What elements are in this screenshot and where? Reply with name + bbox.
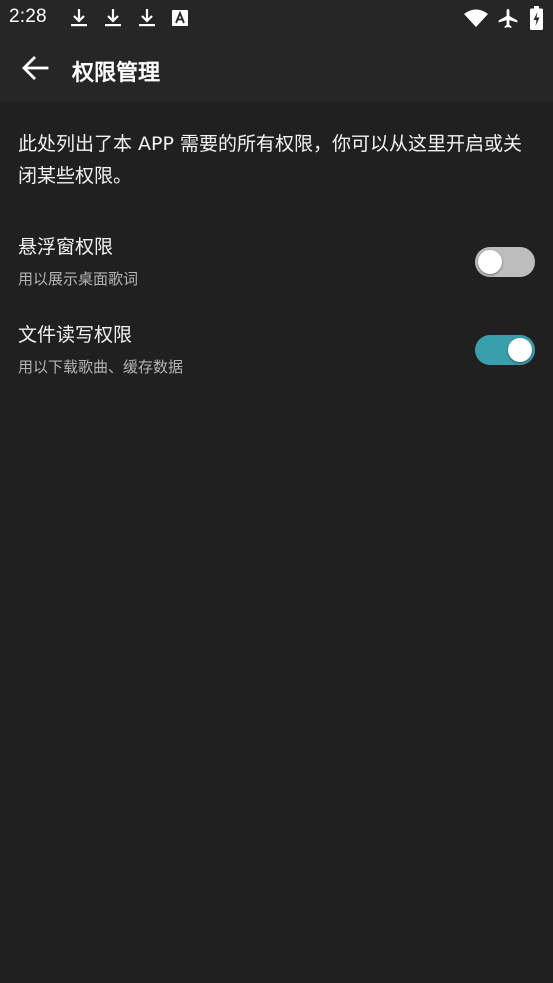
battery-charging-icon bbox=[530, 6, 543, 30]
download-icon bbox=[70, 8, 88, 28]
airplane-icon bbox=[497, 8, 519, 30]
toggle-thumb bbox=[478, 250, 502, 274]
wifi-icon bbox=[464, 9, 488, 27]
permissions-description: 此处列出了本 APP 需要的所有权限，你可以从这里开启或关闭某些权限。 bbox=[18, 133, 522, 187]
permission-subtitle: 用以下载歌曲、缓存数据 bbox=[18, 358, 184, 376]
font-a-icon bbox=[172, 10, 188, 26]
file-storage-toggle[interactable] bbox=[475, 335, 535, 365]
download-icon bbox=[104, 8, 122, 28]
permission-row-floating-window[interactable]: 悬浮窗权限 用以展示桌面歌词 bbox=[0, 232, 553, 312]
status-bar: 2:28 bbox=[0, 0, 553, 38]
status-time: 2:28 bbox=[9, 6, 47, 27]
download-icon bbox=[138, 8, 156, 28]
app-bar: 权限管理 bbox=[0, 38, 553, 102]
permission-subtitle: 用以展示桌面歌词 bbox=[18, 270, 139, 288]
floating-window-toggle[interactable] bbox=[475, 247, 535, 277]
screen: 2:28 权限管理 此处列出了本 APP 需要的所有权限，你可以从这里开启或关闭… bbox=[0, 0, 553, 983]
permission-row-file-storage[interactable]: 文件读写权限 用以下载歌曲、缓存数据 bbox=[0, 320, 553, 400]
arrow-left-icon bbox=[21, 56, 49, 84]
permission-title: 悬浮窗权限 bbox=[18, 236, 114, 258]
back-button[interactable] bbox=[14, 50, 56, 90]
page-title: 权限管理 bbox=[72, 61, 161, 86]
toggle-thumb bbox=[508, 338, 532, 362]
permission-title: 文件读写权限 bbox=[18, 324, 133, 346]
